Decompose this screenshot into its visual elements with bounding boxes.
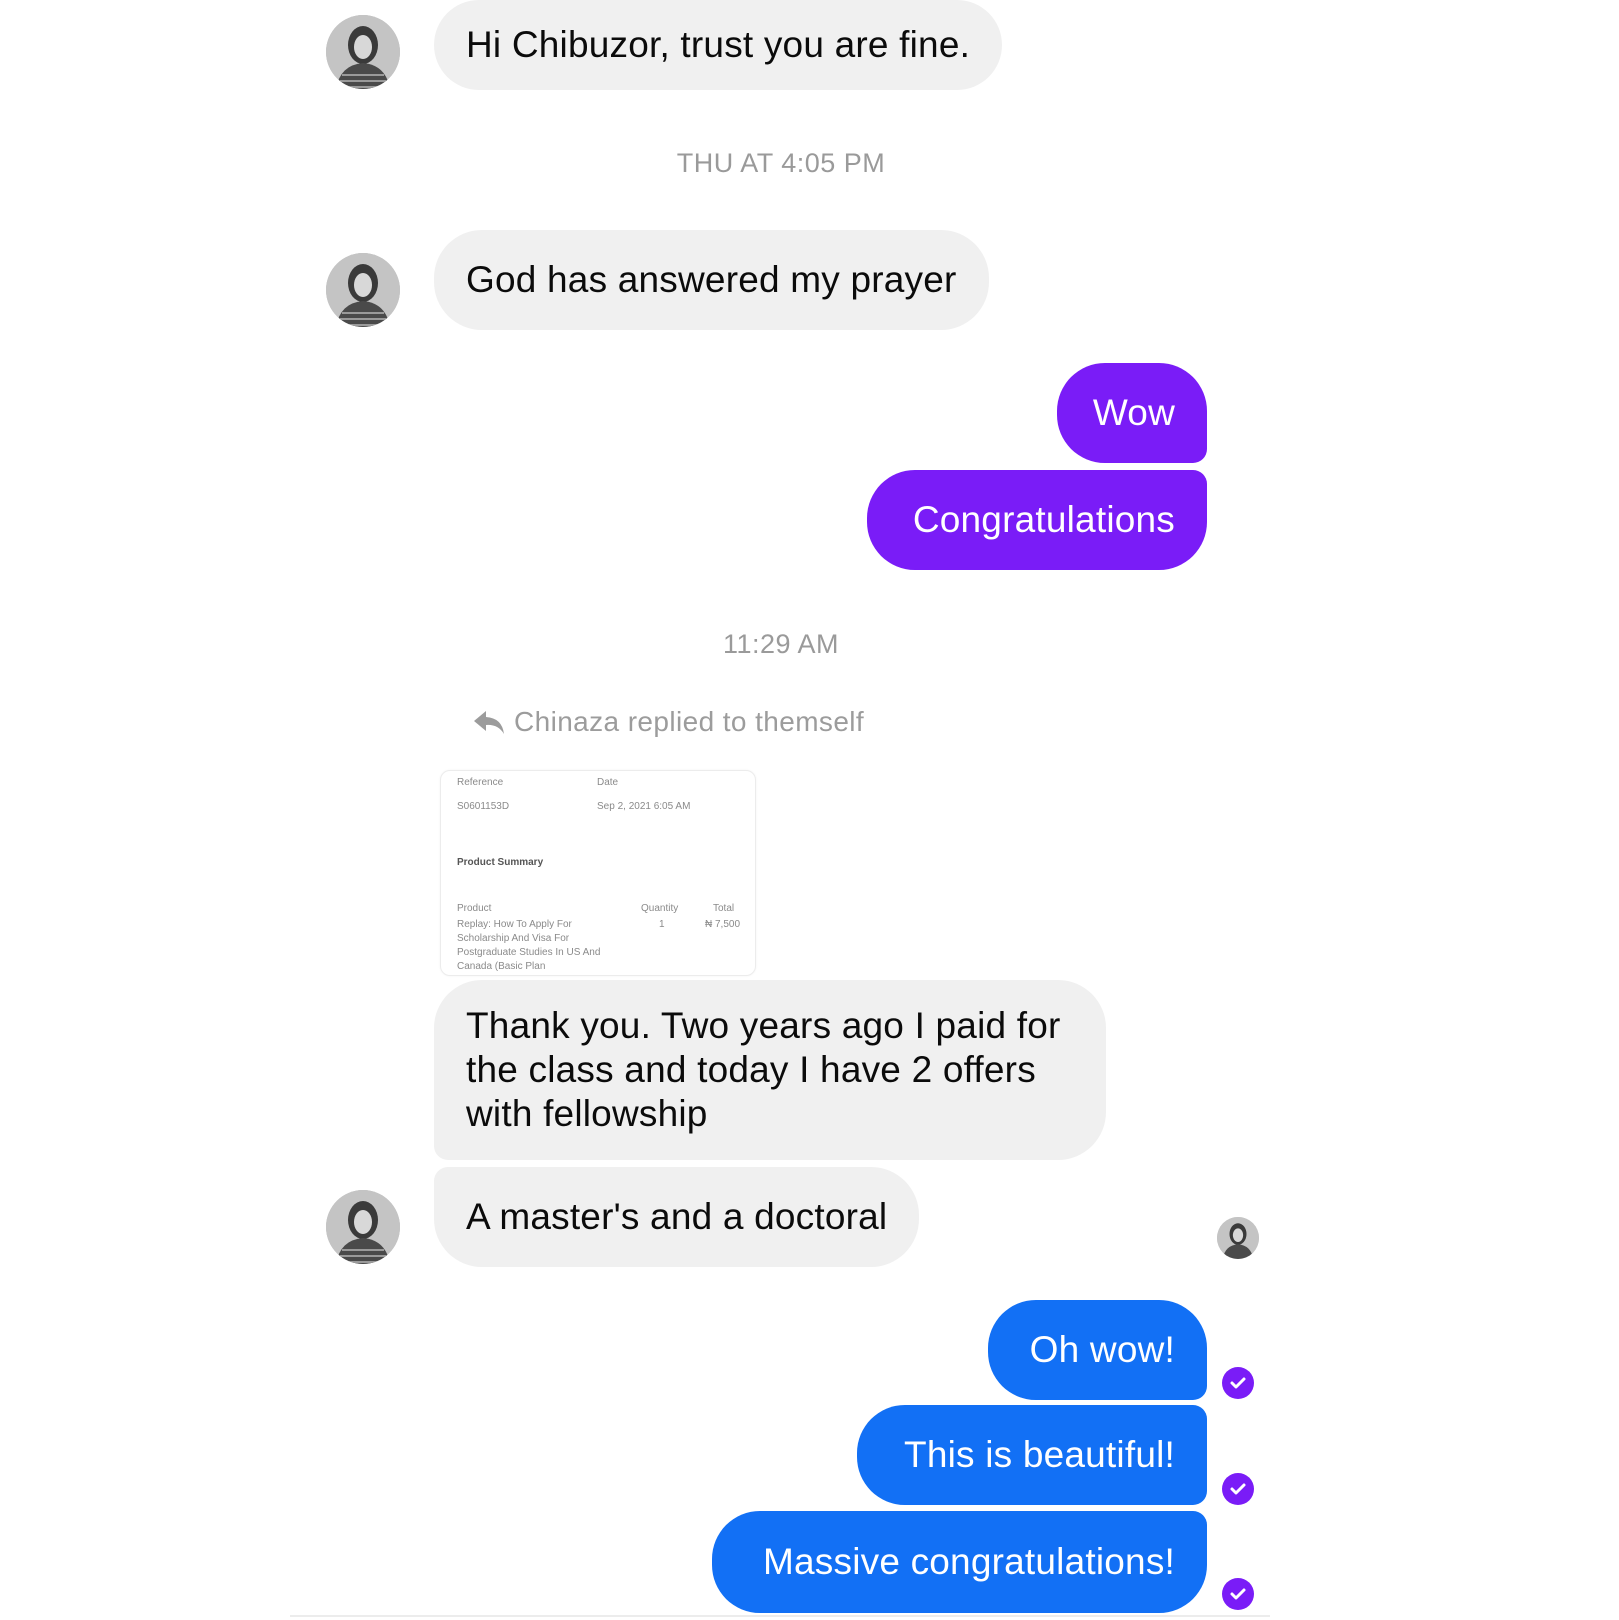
user-avatar-icon bbox=[326, 15, 400, 89]
quantity-value: 1 bbox=[659, 919, 665, 930]
date-label: Date bbox=[597, 777, 619, 788]
timestamp: THU AT 4:05 PM bbox=[676, 148, 886, 178]
message-text: Wow bbox=[1092, 392, 1175, 433]
divider bbox=[290, 1615, 1270, 1617]
contact-avatar[interactable] bbox=[326, 15, 400, 89]
message-text: Oh wow! bbox=[1029, 1329, 1175, 1370]
incoming-message[interactable]: A master's and a doctoral bbox=[434, 1167, 920, 1267]
col-product: Product bbox=[457, 903, 492, 914]
timestamp: 11:29 AM bbox=[722, 629, 840, 659]
summary-title: Product Summary bbox=[457, 857, 544, 868]
contact-avatar[interactable] bbox=[326, 1190, 400, 1264]
message-text: Thank you. Two years ago I paid for the … bbox=[466, 1005, 1061, 1134]
message-text: Congratulations bbox=[912, 499, 1175, 540]
message-text: This is beautiful! bbox=[904, 1434, 1175, 1475]
incoming-message[interactable]: Hi Chibuzor, trust you are fine. bbox=[434, 0, 1003, 90]
reply-indicator: Chinaza replied to themself bbox=[472, 706, 864, 738]
col-total: Total bbox=[713, 903, 735, 914]
reply-arrow-icon bbox=[474, 711, 504, 734]
product-line: Scholarship And Visa For bbox=[457, 933, 570, 944]
reply-note-text: Chinaza replied to themself bbox=[514, 706, 865, 737]
product-line: Replay: How To Apply For bbox=[457, 919, 572, 930]
total-value: ₦ 7,500 bbox=[705, 919, 741, 930]
user-avatar-icon bbox=[1217, 1217, 1259, 1259]
outgoing-message[interactable]: This is beautiful! bbox=[857, 1405, 1207, 1505]
date-value: Sep 2, 2021 6:05 AM bbox=[597, 801, 691, 812]
user-avatar-icon bbox=[326, 1190, 400, 1264]
incoming-message[interactable]: God has answered my prayer bbox=[434, 230, 989, 330]
reference-label: Reference bbox=[457, 777, 504, 788]
delivered-check-icon bbox=[1222, 1473, 1254, 1505]
product-line: Postgraduate Studies In US And bbox=[457, 947, 601, 958]
message-text: God has answered my prayer bbox=[466, 259, 957, 300]
product-line: Canada (Basic Plan bbox=[457, 961, 546, 972]
message-text: A master's and a doctoral bbox=[466, 1196, 888, 1237]
outgoing-message[interactable]: Wow bbox=[1057, 363, 1207, 463]
message-text: Hi Chibuzor, trust you are fine. bbox=[466, 24, 971, 65]
seen-avatar bbox=[1217, 1217, 1259, 1259]
outgoing-message[interactable]: Oh wow! bbox=[988, 1300, 1207, 1400]
outgoing-message[interactable]: Congratulations bbox=[867, 470, 1207, 570]
contact-avatar[interactable] bbox=[326, 253, 400, 327]
col-quantity: Quantity bbox=[641, 903, 679, 914]
user-avatar-icon bbox=[326, 253, 400, 327]
delivered-check-icon bbox=[1222, 1578, 1254, 1610]
incoming-message[interactable]: Thank you. Two years ago I paid for the … bbox=[434, 980, 1106, 1160]
reference-value: S0601153D bbox=[457, 801, 510, 812]
outgoing-message[interactable]: Massive congratulations! bbox=[712, 1511, 1207, 1613]
receipt-attachment[interactable]: Reference S0601153D Date Sep 2, 2021 6:0… bbox=[440, 770, 756, 976]
message-text: Massive congratulations! bbox=[763, 1541, 1175, 1582]
delivered-check-icon bbox=[1222, 1367, 1254, 1399]
